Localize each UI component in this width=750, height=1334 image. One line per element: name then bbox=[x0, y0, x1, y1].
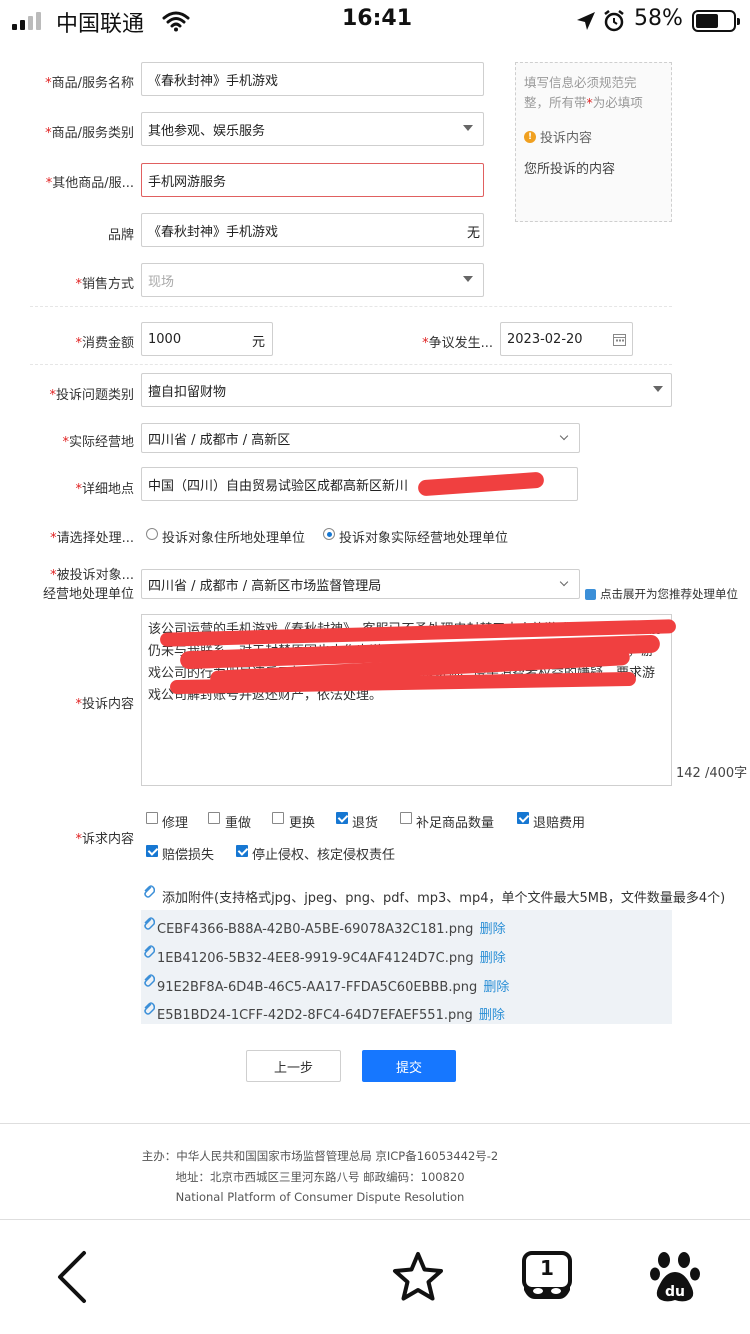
other-product-label: *其他商品/服... bbox=[45, 176, 134, 191]
demand-label-replace[interactable]: 更换 bbox=[289, 812, 315, 831]
chevron-down-icon bbox=[559, 431, 569, 441]
radio-business-unit[interactable] bbox=[323, 528, 335, 540]
demand-label-return[interactable]: 退货 bbox=[352, 812, 378, 831]
paperclip-icon bbox=[144, 885, 155, 898]
calendar-icon[interactable] bbox=[613, 333, 626, 346]
complaint-type-label: *投诉问题类别 bbox=[49, 388, 134, 403]
demand-label-quantity[interactable]: 补足商品数量 bbox=[416, 812, 494, 831]
demand-label-stop-infringement[interactable]: 停止侵权、核定侵权责任 bbox=[252, 844, 395, 863]
battery-percent: 58% bbox=[634, 6, 683, 31]
footer-platform-name: National Platform of Consumer Dispute Re… bbox=[175, 1190, 465, 1204]
sales-method-select[interactable]: 现场 bbox=[141, 263, 484, 297]
section-divider bbox=[30, 306, 672, 307]
back-icon[interactable] bbox=[54, 1250, 90, 1304]
demand-checkbox-refund[interactable] bbox=[517, 812, 529, 824]
attachment-item: CEBF4366-B88A-42B0-A5BE-69078A32C181.png… bbox=[157, 922, 506, 937]
attachment-item: E5B1BD24-1CFF-42D2-8FC4-64D7EFAEF551.png… bbox=[157, 1008, 505, 1023]
alarm-icon bbox=[604, 10, 624, 32]
demand-checkbox-stop-infringement[interactable] bbox=[236, 845, 248, 857]
attachment-list: CEBF4366-B88A-42B0-A5BE-69078A32C181.png… bbox=[141, 910, 672, 1024]
dropdown-caret-icon bbox=[653, 386, 663, 392]
status-bar: 中国联通 16:41 58% bbox=[0, 0, 750, 44]
demand-checkbox-compensation[interactable] bbox=[146, 845, 158, 857]
clock: 16:41 bbox=[342, 6, 413, 31]
brand-none-label: 无 bbox=[466, 226, 480, 241]
complaint-content-label: *投诉内容 bbox=[75, 697, 134, 712]
dropdown-caret-icon bbox=[463, 125, 473, 131]
delete-attachment-button[interactable]: 删除 bbox=[483, 980, 509, 995]
tab-count: 1 bbox=[540, 1256, 554, 1280]
business-location-cascader[interactable]: 四川省 / 成都市 / 高新区 bbox=[141, 423, 580, 453]
baidu-icon[interactable]: du bbox=[650, 1250, 700, 1304]
paperclip-icon bbox=[144, 917, 155, 930]
footer-address: 地址：北京市西城区三里河东路八号 邮政编码：100820 bbox=[175, 1170, 465, 1184]
amount-unit: 元 bbox=[251, 335, 265, 350]
signal-icon bbox=[12, 12, 46, 30]
product-name-label: *商品/服务名称 bbox=[45, 76, 134, 91]
battery-icon bbox=[692, 10, 740, 32]
demand-checkbox-replace[interactable] bbox=[272, 812, 284, 824]
carrier-name: 中国联通 bbox=[56, 12, 145, 37]
submit-button[interactable]: 提交 bbox=[362, 1050, 456, 1082]
attachment-item: 91E2BF8A-6D4B-46C5-AA17-FFDA5C60EBBB.png… bbox=[157, 980, 510, 995]
tip-description: 您所投诉的内容 bbox=[524, 162, 616, 177]
demand-label-compensation[interactable]: 赔偿损失 bbox=[162, 844, 214, 863]
sales-method-label: *销售方式 bbox=[75, 277, 134, 292]
dropdown-caret-icon bbox=[463, 276, 473, 282]
handler-unit-cascader[interactable]: 四川省 / 成都市 / 高新区市场监督管理局 bbox=[141, 569, 580, 599]
star-icon[interactable] bbox=[390, 1250, 446, 1304]
browser-toolbar: 1 du bbox=[0, 1220, 750, 1334]
demand-checkbox-quantity[interactable] bbox=[400, 812, 412, 824]
brand-label: 品牌 bbox=[107, 228, 134, 243]
tabs-icon[interactable]: 1 bbox=[521, 1250, 573, 1302]
character-count: 142 /400字 bbox=[676, 766, 748, 781]
demands-label: *诉求内容 bbox=[75, 832, 134, 847]
section-divider bbox=[30, 364, 672, 365]
detail-address-label: *详细地点 bbox=[75, 482, 134, 497]
footer-divider bbox=[0, 1123, 750, 1124]
amount-label: *消费金额 bbox=[75, 336, 134, 351]
radio-business-unit-label[interactable]: 投诉对象实际经营地处理单位 bbox=[339, 527, 508, 546]
demand-label-refund[interactable]: 退赔费用 bbox=[533, 812, 585, 831]
tip-title: ! 投诉内容 bbox=[524, 127, 663, 146]
demand-checkbox-repair[interactable] bbox=[146, 812, 158, 824]
wifi-icon bbox=[162, 11, 190, 32]
paperclip-icon bbox=[144, 1002, 155, 1015]
warning-icon: ! bbox=[524, 130, 536, 143]
complaint-type-select[interactable]: 擅自扣留财物 bbox=[141, 373, 672, 407]
tip-panel: 填写信息必须规范完 整，所有带*为必填项 ! 投诉内容 您所投诉的内容 bbox=[515, 62, 672, 222]
chevron-down-icon bbox=[559, 577, 569, 587]
footer-sponsor: 主办：中华人民共和国国家市场监督管理总局 京ICP备16053442号-2 bbox=[141, 1149, 499, 1163]
product-name-input[interactable]: 《春秋封神》手机游戏 bbox=[141, 62, 484, 96]
amount-input[interactable]: 1000 元 bbox=[141, 322, 273, 356]
demand-checkbox-return[interactable] bbox=[336, 812, 348, 824]
other-product-input[interactable]: 手机网游服务 bbox=[141, 163, 484, 197]
product-category-label: *商品/服务类别 bbox=[45, 126, 134, 141]
expand-icon bbox=[585, 588, 596, 600]
business-location-label: *实际经营地 bbox=[62, 435, 134, 450]
brand-input[interactable]: 《春秋封神》手机游戏无 bbox=[141, 213, 484, 247]
attachment-item: 1EB41206-5B32-4EE8-9919-9C4AF4124D7C.png… bbox=[157, 951, 506, 966]
demand-checkbox-redo[interactable] bbox=[208, 812, 220, 824]
handler-choice-label: *请选择处理... bbox=[50, 531, 134, 546]
product-category-select[interactable]: 其他参观、娱乐服务 bbox=[141, 112, 484, 146]
handler-unit-label: *被投诉对象... 经营地处理单位 bbox=[42, 568, 134, 602]
demand-label-repair[interactable]: 修理 bbox=[162, 812, 188, 831]
delete-attachment-button[interactable]: 删除 bbox=[480, 951, 506, 966]
location-arrow-icon bbox=[577, 12, 595, 30]
previous-step-button[interactable]: 上一步 bbox=[246, 1050, 341, 1082]
tip-text: 填写信息必须规范完 整，所有带*为必填项 bbox=[524, 75, 643, 110]
radio-domicile-unit-label[interactable]: 投诉对象住所地处理单位 bbox=[162, 527, 305, 546]
dispute-date-label: *争议发生... bbox=[422, 336, 493, 351]
delete-attachment-button[interactable]: 删除 bbox=[479, 1008, 505, 1023]
radio-domicile-unit[interactable] bbox=[146, 528, 158, 540]
delete-attachment-button[interactable]: 删除 bbox=[480, 922, 506, 937]
dispute-date-input[interactable]: 2023-02-20 bbox=[500, 322, 633, 356]
demand-label-redo[interactable]: 重做 bbox=[225, 812, 251, 831]
add-attachment-link[interactable]: 添加附件(支持格式jpg、jpeg、png、pdf、mp3、mp4，单个文件最大… bbox=[162, 887, 725, 906]
paperclip-icon bbox=[144, 945, 155, 958]
paperclip-icon bbox=[144, 974, 155, 987]
expand-recommend-link[interactable]: 点击展开为您推荐处理单位 bbox=[585, 586, 738, 602]
svg-text:du: du bbox=[665, 1284, 685, 1300]
